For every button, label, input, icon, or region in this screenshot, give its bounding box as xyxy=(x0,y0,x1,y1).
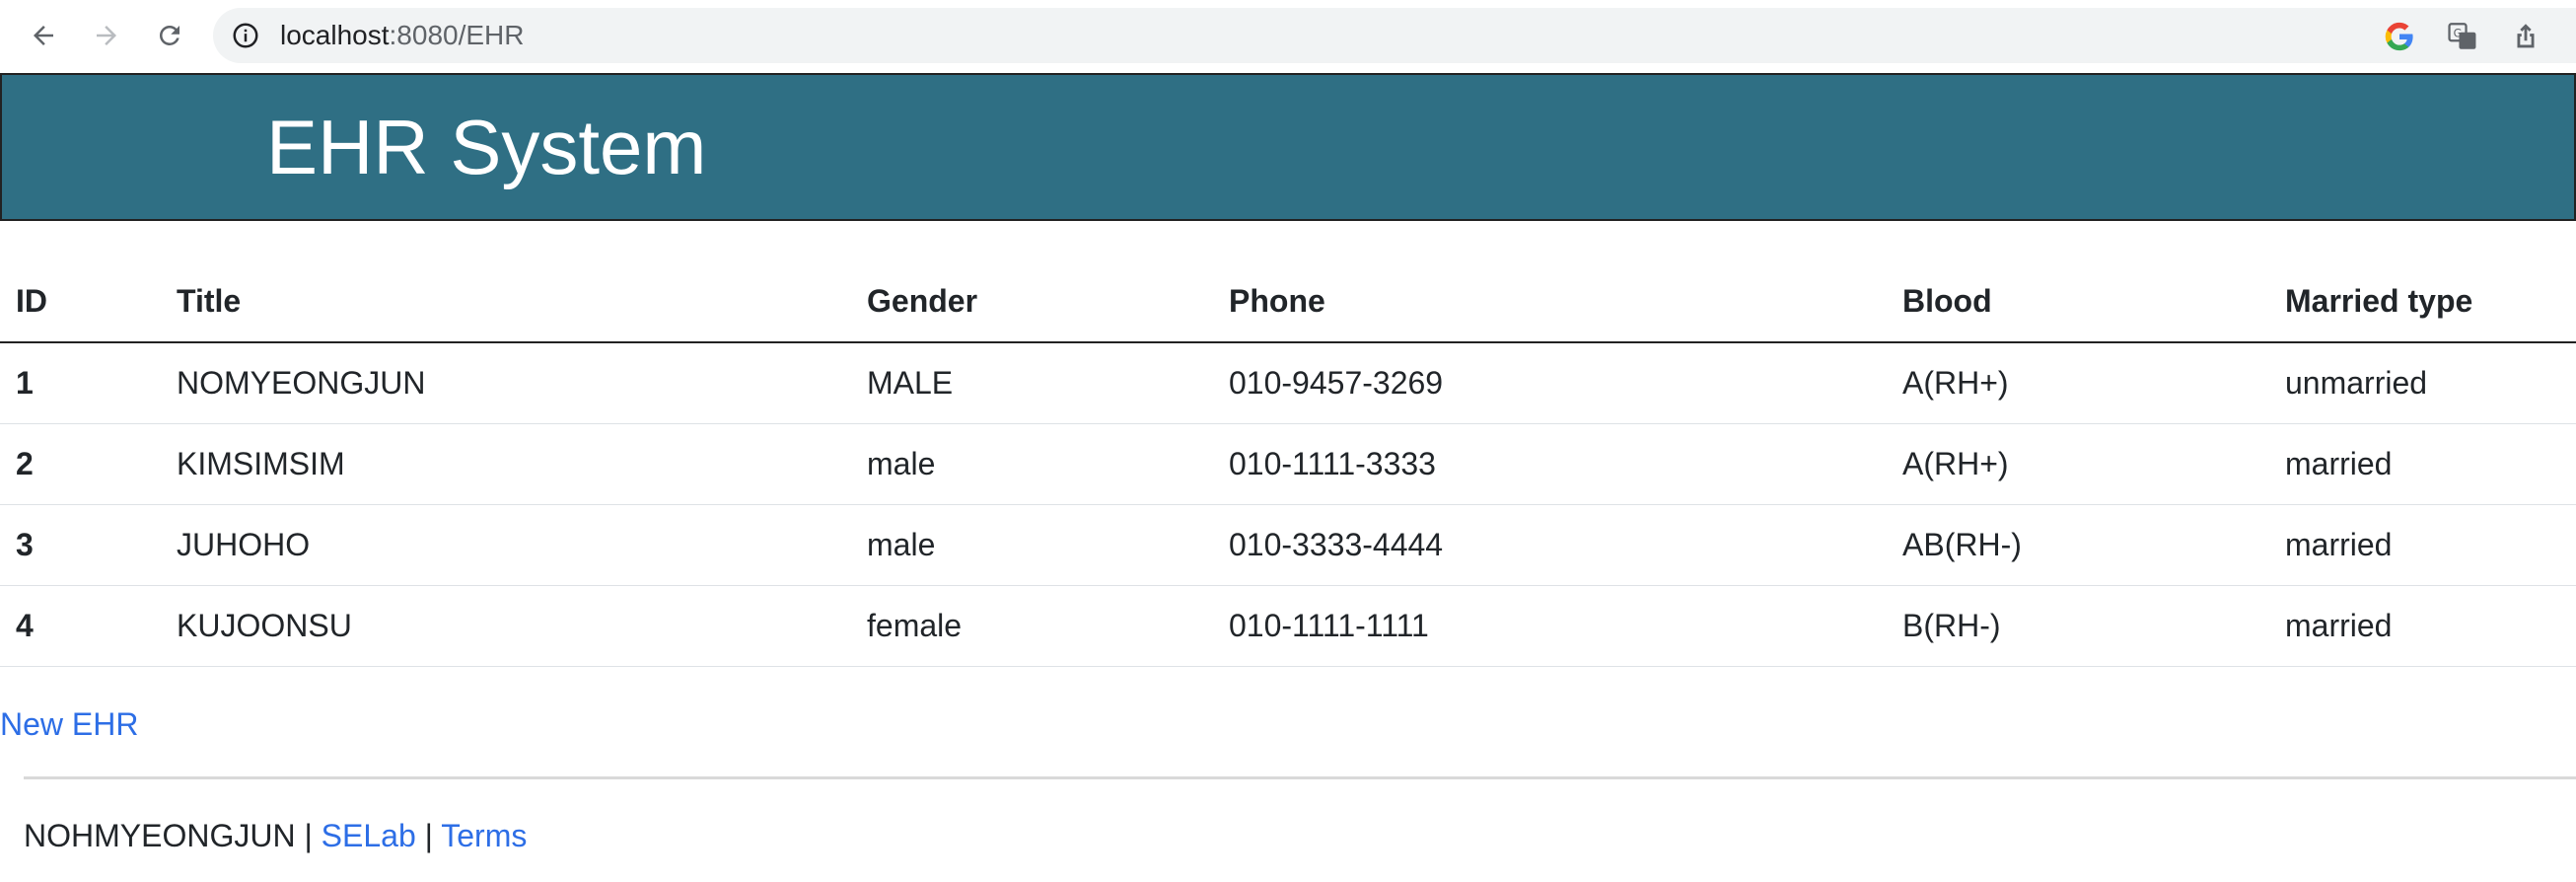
forward-button[interactable] xyxy=(83,12,130,59)
table-row: 4 KUJOONSU female 010-1111-1111 B(RH-) m… xyxy=(0,585,2576,667)
footer: NOHMYEONGJUN | SELab | Terms xyxy=(24,814,527,857)
url-host: localhost xyxy=(280,20,390,50)
cell-blood: AB(RH-) xyxy=(1887,504,2269,586)
cell-title: KUJOONSU xyxy=(161,585,851,667)
footer-separator: | xyxy=(304,818,313,853)
cell-phone: 010-1111-1111 xyxy=(1213,585,1887,667)
cell-phone: 010-9457-3269 xyxy=(1213,342,1887,424)
cell-phone: 010-3333-4444 xyxy=(1213,504,1887,586)
cell-married-type: married xyxy=(2269,585,2576,667)
new-ehr-link[interactable]: New EHR xyxy=(0,702,138,746)
share-icon[interactable] xyxy=(2509,20,2542,53)
column-header-phone: Phone xyxy=(1213,261,1887,343)
cell-married-type: married xyxy=(2269,423,2576,505)
svg-text:G: G xyxy=(2454,27,2463,40)
ehr-table: ID Title Gender Phone Blood Married type… xyxy=(0,261,2576,667)
cell-id: 2 xyxy=(0,423,161,505)
cell-gender: male xyxy=(851,423,1213,505)
google-icon[interactable] xyxy=(2383,20,2416,53)
cell-gender: male xyxy=(851,504,1213,586)
column-header-id: ID xyxy=(0,261,161,343)
cell-married-type: married xyxy=(2269,504,2576,586)
table-header-row: ID Title Gender Phone Blood Married type xyxy=(0,261,2576,343)
column-header-gender: Gender xyxy=(851,261,1213,343)
cell-title: NOMYEONGJUN xyxy=(161,342,851,424)
column-header-married-type: Married type xyxy=(2269,261,2576,343)
cell-id: 3 xyxy=(0,504,161,586)
table-row: 3 JUHOHO male 010-3333-4444 AB(RH-) marr… xyxy=(0,504,2576,586)
back-button[interactable] xyxy=(20,12,67,59)
table-row: 1 NOMYEONGJUN MALE 010-9457-3269 A(RH+) … xyxy=(0,342,2576,424)
cell-blood: B(RH-) xyxy=(1887,585,2269,667)
info-icon[interactable] xyxy=(231,21,260,50)
footer-separator: | xyxy=(424,818,433,853)
cell-id: 1 xyxy=(0,342,161,424)
cell-phone: 010-1111-3333 xyxy=(1213,423,1887,505)
url-text[interactable]: localhost:8080/EHR xyxy=(280,8,524,63)
page-header: EHR System xyxy=(0,73,2576,221)
url-path: :8080/EHR xyxy=(389,20,525,50)
reload-icon xyxy=(159,25,179,45)
cell-title: JUHOHO xyxy=(161,504,851,586)
cell-blood: A(RH+) xyxy=(1887,423,2269,505)
terms-link[interactable]: Terms xyxy=(441,818,527,853)
table-row: 2 KIMSIMSIM male 010-1111-3333 A(RH+) ma… xyxy=(0,423,2576,505)
reload-button[interactable] xyxy=(146,12,193,59)
arrow-left-icon xyxy=(34,26,53,45)
address-bar[interactable]: localhost:8080/EHR G xyxy=(213,8,2576,63)
page-title: EHR System xyxy=(266,104,707,190)
cell-id: 4 xyxy=(0,585,161,667)
cell-gender: female xyxy=(851,585,1213,667)
cell-title: KIMSIMSIM xyxy=(161,423,851,505)
arrow-right-icon xyxy=(97,26,116,45)
translate-icon[interactable]: G xyxy=(2446,20,2479,53)
footer-divider xyxy=(24,776,2576,779)
cell-blood: A(RH+) xyxy=(1887,342,2269,424)
selab-link[interactable]: SELab xyxy=(322,818,416,853)
cell-gender: MALE xyxy=(851,342,1213,424)
footer-author: NOHMYEONGJUN xyxy=(24,818,296,853)
column-header-blood: Blood xyxy=(1887,261,2269,343)
browser-toolbar: localhost:8080/EHR G xyxy=(0,0,2576,71)
cell-married-type: unmarried xyxy=(2269,342,2576,424)
column-header-title: Title xyxy=(161,261,851,343)
